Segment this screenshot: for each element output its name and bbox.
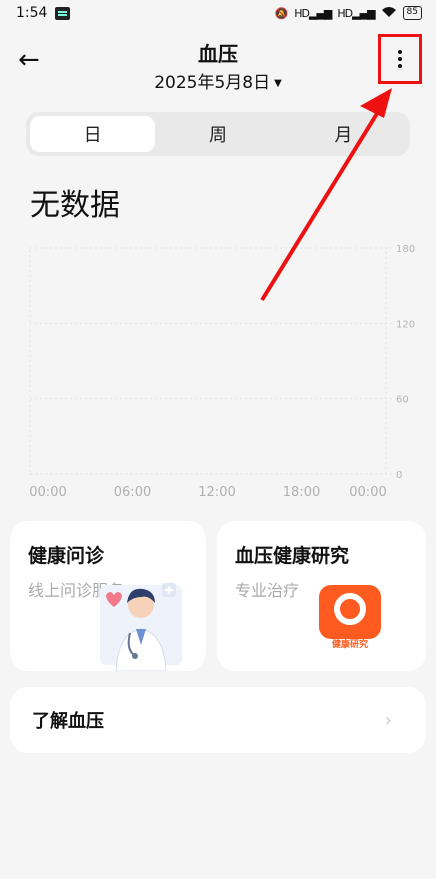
date-label: 2025年5月8日	[154, 73, 271, 93]
health-research-app-icon: 健康研究	[319, 585, 381, 649]
x-tick-label: 18:00	[283, 485, 320, 500]
wifi-icon	[381, 6, 397, 21]
x-tick-label: 00:00	[349, 485, 386, 500]
status-time: 1:54	[16, 5, 48, 21]
tab-week[interactable]: 周	[155, 116, 280, 152]
icon-caption: 健康研究	[332, 638, 368, 649]
health-consultation-card[interactable]: 健康问诊 线上问诊服务	[10, 521, 206, 671]
card-title: 健康问诊	[28, 545, 105, 567]
x-tick-label: 12:00	[198, 485, 235, 500]
signal-icon-2: HD▂▄▆	[337, 6, 375, 20]
more-vertical-icon	[398, 50, 402, 68]
page-title: 血压	[198, 42, 238, 66]
tab-month[interactable]: 月	[281, 116, 406, 152]
mute-icon: 🔕	[274, 6, 289, 20]
card-subtitle: 专业治疗	[235, 581, 300, 600]
doctor-illustration	[100, 583, 182, 671]
y-tick-label: 0	[396, 470, 402, 481]
x-tick-label: 00:00	[29, 485, 66, 500]
learn-about-blood-pressure-row[interactable]: 了解血压 ›	[10, 687, 426, 753]
battery-icon: 85	[402, 6, 422, 20]
more-options-button[interactable]	[378, 34, 422, 84]
y-tick-label: 60	[396, 395, 409, 406]
y-tick-label: 120	[396, 319, 415, 330]
chart-frame	[29, 247, 387, 475]
row-label: 了解血压	[32, 711, 104, 732]
status-bar: 1:54 🔕 HD▂▄▆ HD▂▄▆ 85	[0, 0, 436, 26]
date-picker[interactable]: 2025年5月8日 ▼	[0, 68, 436, 93]
tab-day[interactable]: 日	[30, 116, 156, 152]
blood-pressure-chart: 180 120 60 0 00:00 06:00 12:00 18:00 00:00	[29, 244, 415, 500]
signal-icon-1: HD▂▄▆	[294, 6, 332, 20]
period-tabs: 日 周 月	[26, 112, 410, 156]
chevron-right-icon: ›	[384, 709, 392, 731]
message-notification-icon	[55, 6, 71, 20]
y-tick-label: 180	[396, 244, 415, 255]
header: ← 血压 2025年5月8日 ▼	[0, 34, 436, 100]
x-tick-label: 06:00	[114, 485, 151, 500]
card-title: 血压健康研究	[235, 545, 350, 567]
caret-down-icon: ▼	[274, 77, 282, 89]
empty-state-text: 无数据	[30, 188, 120, 223]
blood-pressure-research-card[interactable]: 血压健康研究 专业治疗 健康研究	[217, 521, 426, 671]
